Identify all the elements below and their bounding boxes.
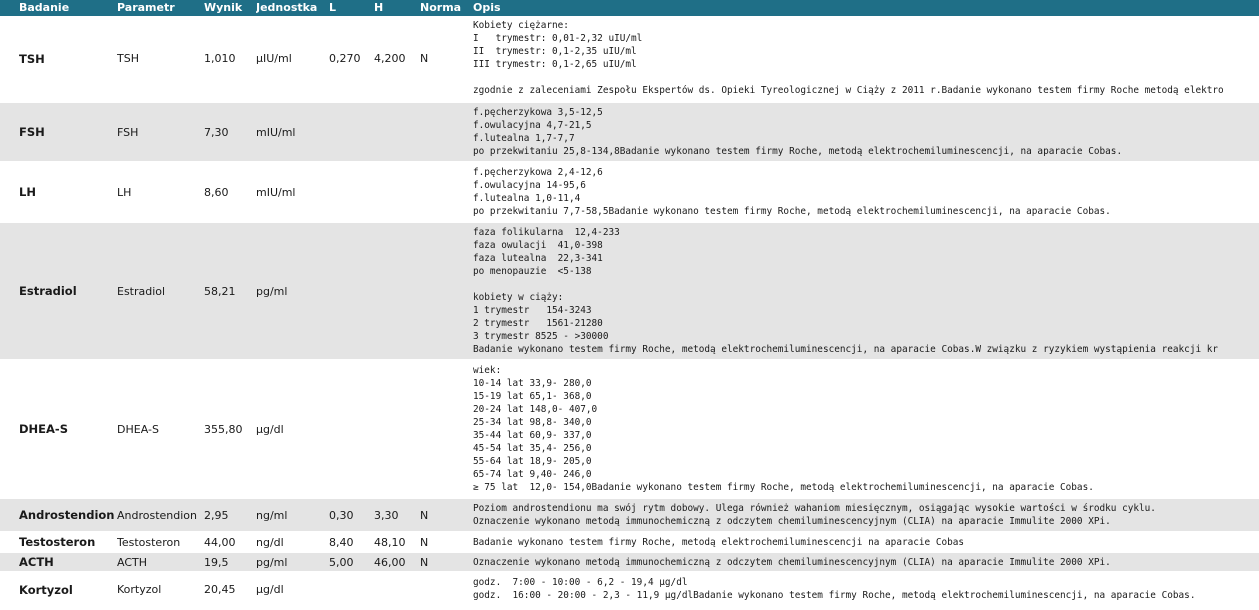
header-badanie: Badanie — [0, 0, 117, 16]
cell-l — [329, 161, 374, 222]
cell-opis: Kobiety ciężarne: I trymestr: 0,01-2,32 … — [473, 16, 1259, 102]
cell-wynik: 7,30 — [204, 101, 256, 162]
cell-wynik: 44,00 — [204, 531, 256, 552]
table-row: ACTH ACTH 19,5 pg/ml 5,00 46,00 N Oznacz… — [0, 551, 1259, 572]
cell-norma — [420, 571, 473, 606]
table-row: DHEA-S DHEA-S 355,80 µg/dl wiek: 10-14 l… — [0, 359, 1259, 498]
header-opis: Opis — [473, 0, 1259, 16]
cell-l — [329, 571, 374, 606]
table-row: Kortyzol Kortyzol 20,45 µg/dl godz. 7:00… — [0, 571, 1259, 606]
cell-norma — [420, 101, 473, 162]
cell-jednostka: ng/ml — [256, 497, 329, 532]
cell-l: 8,40 — [329, 531, 374, 552]
cell-jednostka: µg/dl — [256, 359, 329, 498]
cell-parametr: Androstendion — [117, 497, 204, 532]
cell-h: 46,00 — [374, 551, 420, 572]
cell-jednostka: pg/ml — [256, 551, 329, 572]
cell-wynik: 20,45 — [204, 571, 256, 606]
cell-parametr: FSH — [117, 101, 204, 162]
cell-opis: godz. 7:00 - 10:00 - 6,2 - 19,4 µg/dl go… — [473, 571, 1259, 606]
cell-badanie: Androstendion — [0, 497, 117, 532]
cell-parametr: Kortyzol — [117, 571, 204, 606]
cell-parametr: DHEA-S — [117, 359, 204, 498]
cell-l — [329, 101, 374, 162]
cell-opis: Oznaczenie wykonano metodą immunochemicz… — [473, 551, 1259, 572]
table-row: FSH FSH 7,30 mIU/ml f.pęcherzykowa 3,5-1… — [0, 101, 1259, 162]
cell-badanie: Kortyzol — [0, 571, 117, 606]
cell-h: 4,200 — [374, 16, 420, 102]
header-l: L — [329, 0, 374, 16]
cell-jednostka: µg/dl — [256, 571, 329, 606]
header-h: H — [374, 0, 420, 16]
cell-l — [329, 221, 374, 360]
cell-norma — [420, 221, 473, 360]
cell-badanie: DHEA-S — [0, 359, 117, 498]
cell-badanie: TSH — [0, 16, 117, 102]
cell-badanie: Estradiol — [0, 221, 117, 360]
cell-h: 48,10 — [374, 531, 420, 552]
cell-jednostka: pg/ml — [256, 221, 329, 360]
cell-wynik: 8,60 — [204, 161, 256, 222]
cell-wynik: 2,95 — [204, 497, 256, 532]
cell-badanie: ACTH — [0, 551, 117, 572]
cell-jednostka: mIU/ml — [256, 101, 329, 162]
header-wynik: Wynik — [204, 0, 256, 16]
cell-norma — [420, 161, 473, 222]
cell-opis: f.pęcherzykowa 3,5-12,5 f.owulacyjna 4,7… — [473, 101, 1259, 162]
header-parametr: Parametr — [117, 0, 204, 16]
cell-parametr: ACTH — [117, 551, 204, 572]
cell-h — [374, 101, 420, 162]
cell-h — [374, 161, 420, 222]
cell-norma — [420, 359, 473, 498]
cell-opis: wiek: 10-14 lat 33,9- 280,0 15-19 lat 65… — [473, 359, 1259, 498]
header-jednostka: Jednostka — [256, 0, 329, 16]
cell-wynik: 355,80 — [204, 359, 256, 498]
cell-l: 5,00 — [329, 551, 374, 572]
lab-results-table: Badanie Parametr Wynik Jednostka L H Nor… — [0, 0, 1259, 606]
cell-jednostka: ng/dl — [256, 531, 329, 552]
header-norma: Norma — [420, 0, 473, 16]
cell-wynik: 1,010 — [204, 16, 256, 102]
cell-jednostka: mIU/ml — [256, 161, 329, 222]
table-row: TSH TSH 1,010 µIU/ml 0,270 4,200 N Kobie… — [0, 16, 1259, 102]
cell-opis: Poziom androstendionu ma swój rytm dobow… — [473, 497, 1259, 532]
cell-parametr: TSH — [117, 16, 204, 102]
table-row: Estradiol Estradiol 58,21 pg/ml faza fol… — [0, 221, 1259, 360]
cell-norma: N — [420, 531, 473, 552]
cell-badanie: Testosteron — [0, 531, 117, 552]
cell-l — [329, 359, 374, 498]
cell-h: 3,30 — [374, 497, 420, 532]
cell-opis: faza folikularna 12,4-233 faza owulacji … — [473, 221, 1259, 360]
cell-badanie: FSH — [0, 101, 117, 162]
cell-wynik: 58,21 — [204, 221, 256, 360]
table-row: LH LH 8,60 mIU/ml f.pęcherzykowa 2,4-12,… — [0, 161, 1259, 222]
cell-parametr: Estradiol — [117, 221, 204, 360]
cell-parametr: Testosteron — [117, 531, 204, 552]
cell-norma: N — [420, 16, 473, 102]
cell-opis: Badanie wykonano testem firmy Roche, met… — [473, 531, 1259, 552]
cell-h — [374, 221, 420, 360]
cell-opis: f.pęcherzykowa 2,4-12,6 f.owulacyjna 14-… — [473, 161, 1259, 222]
cell-h — [374, 359, 420, 498]
cell-jednostka: µIU/ml — [256, 16, 329, 102]
cell-badanie: LH — [0, 161, 117, 222]
cell-wynik: 19,5 — [204, 551, 256, 572]
cell-parametr: LH — [117, 161, 204, 222]
cell-l: 0,270 — [329, 16, 374, 102]
cell-norma: N — [420, 497, 473, 532]
cell-l: 0,30 — [329, 497, 374, 532]
table-row: Testosteron Testosteron 44,00 ng/dl 8,40… — [0, 531, 1259, 552]
cell-h — [374, 571, 420, 606]
table-row: Androstendion Androstendion 2,95 ng/ml 0… — [0, 497, 1259, 532]
cell-norma: N — [420, 551, 473, 572]
table-header-row: Badanie Parametr Wynik Jednostka L H Nor… — [0, 0, 1259, 16]
